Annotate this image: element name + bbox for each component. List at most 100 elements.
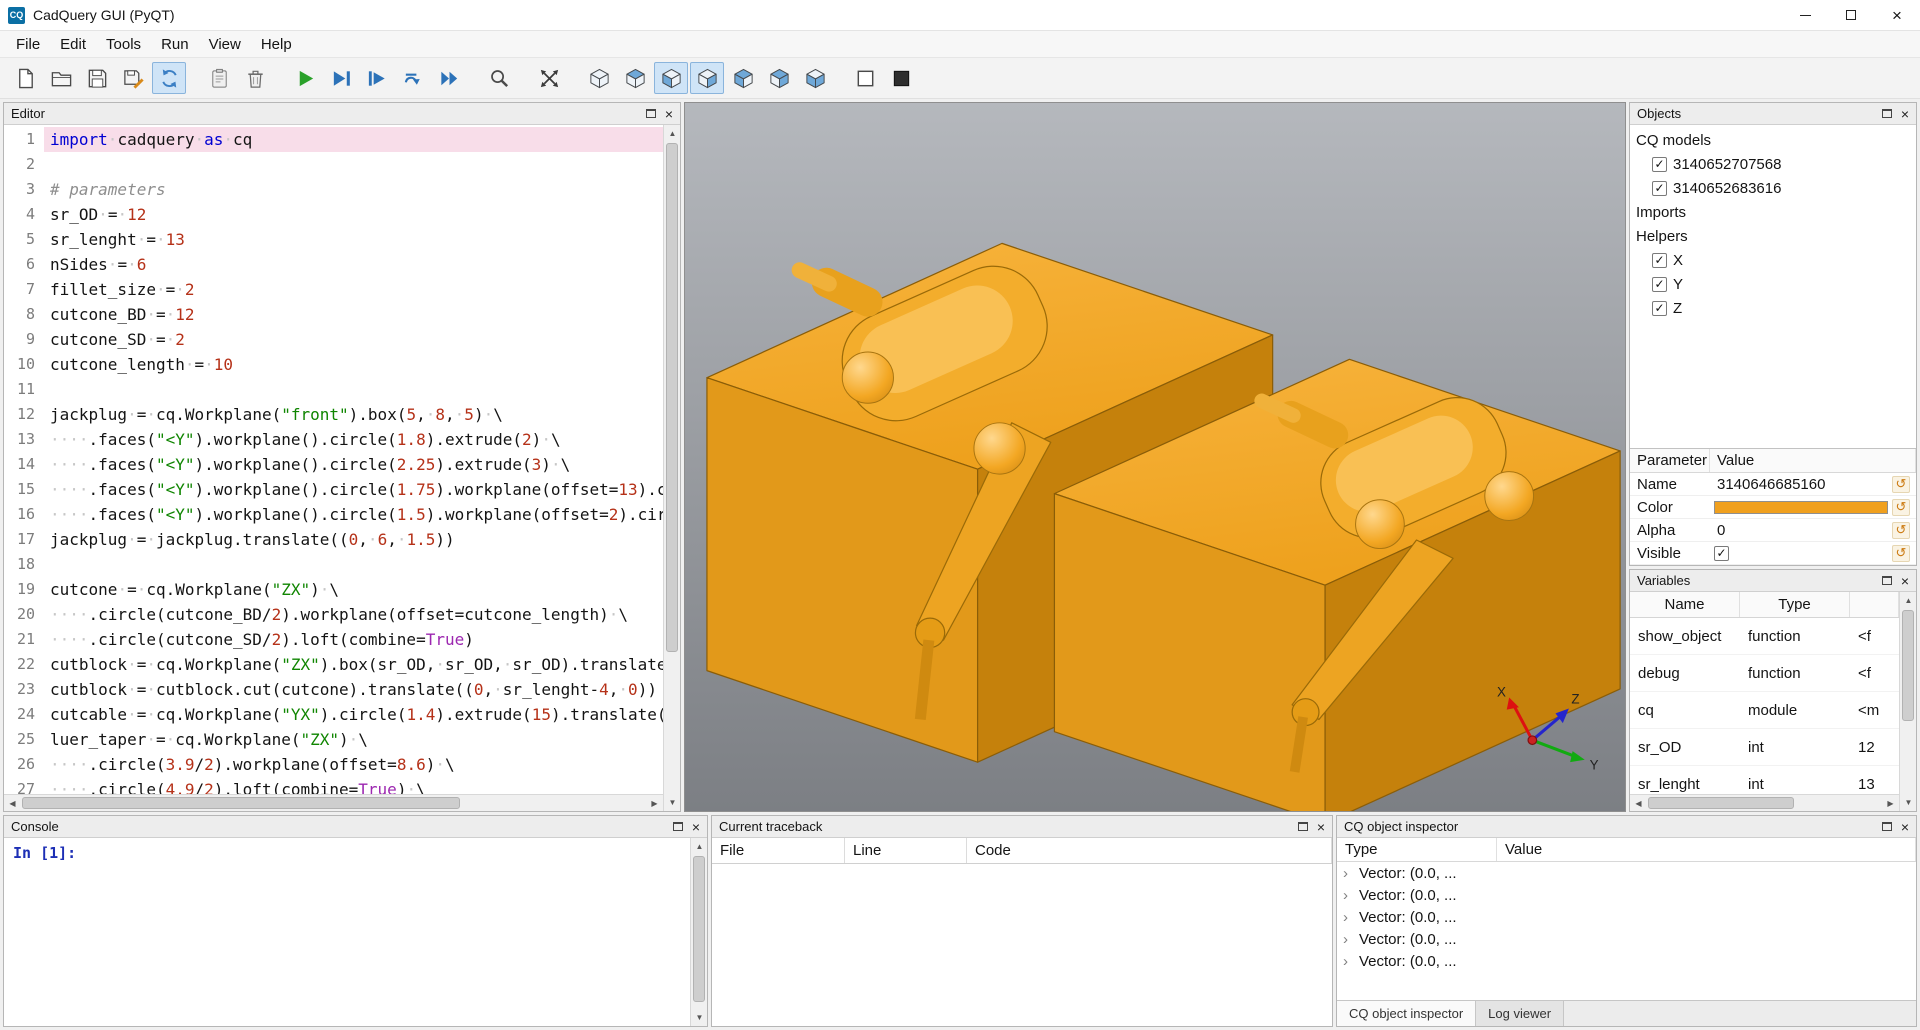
tree-item-imports[interactable]: Imports — [1636, 204, 1686, 221]
tree-item-helper-x[interactable]: X — [1673, 252, 1683, 269]
scrollbar-thumb[interactable] — [693, 856, 705, 1002]
scrollbar-thumb[interactable] — [1648, 797, 1794, 809]
open-file-button[interactable] — [44, 62, 78, 94]
revert-icon[interactable]: ↺ — [1892, 522, 1910, 539]
scroll-right-icon[interactable]: ▶ — [646, 795, 663, 812]
code-line-11[interactable] — [44, 377, 663, 402]
save-as-button[interactable] — [116, 62, 150, 94]
variable-row[interactable]: sr_ODint12 — [1630, 729, 1899, 766]
view-top-button[interactable] — [618, 62, 652, 94]
view-iso-button[interactable] — [582, 62, 616, 94]
inspector-row[interactable]: ›Vector: (0.0, ... — [1337, 950, 1916, 972]
float-panel-icon[interactable] — [1882, 109, 1892, 118]
expand-chevron-icon[interactable]: › — [1343, 887, 1353, 904]
variable-row[interactable]: sr_lenghtint13 — [1630, 766, 1899, 794]
close-panel-icon[interactable]: × — [692, 820, 700, 834]
tab-cq-object-inspector[interactable]: CQ object inspector — [1337, 1001, 1476, 1026]
debug-button[interactable] — [324, 62, 358, 94]
code-line-5[interactable]: sr_lenght·=·13 — [44, 227, 663, 252]
scroll-down-icon[interactable]: ▼ — [1900, 794, 1917, 811]
tree-item-helper-y[interactable]: Y — [1673, 276, 1683, 293]
code-line-25[interactable]: luer_taper·=·cq.Workplane("ZX")·\ — [44, 727, 663, 752]
scroll-right-icon[interactable]: ▶ — [1882, 795, 1899, 812]
code-line-15[interactable]: ····.faces("<Y").workplane().circle(1.75… — [44, 477, 663, 502]
variable-row[interactable]: debugfunction<f — [1630, 655, 1899, 692]
editor-vertical-scrollbar[interactable]: ▲ ▼ — [663, 125, 680, 811]
float-panel-icon[interactable] — [1882, 822, 1892, 831]
float-panel-icon[interactable] — [1298, 822, 1308, 831]
fit-all-button[interactable] — [532, 62, 566, 94]
tree-item-model[interactable]: 3140652683616 — [1673, 180, 1781, 197]
code-line-7[interactable]: fillet_size·=·2 — [44, 277, 663, 302]
close-panel-icon[interactable]: × — [1901, 820, 1909, 834]
minimize-button[interactable] — [1782, 0, 1828, 30]
code-line-20[interactable]: ····.circle(cutcone_BD/2).workplane(offs… — [44, 602, 663, 627]
code-line-4[interactable]: sr_OD·=·12 — [44, 202, 663, 227]
autoreload-button[interactable] — [152, 62, 186, 94]
revert-icon[interactable]: ↺ — [1892, 476, 1910, 493]
new-file-button[interactable] — [8, 62, 42, 94]
menu-file[interactable]: File — [6, 33, 50, 56]
shaded-button[interactable] — [884, 62, 918, 94]
step-button[interactable] — [360, 62, 394, 94]
code-line-21[interactable]: ····.circle(cutcone_SD/2).loft(combine=T… — [44, 627, 663, 652]
editor-horizontal-scrollbar[interactable]: ◀ ▶ — [4, 794, 663, 811]
variables-horizontal-scrollbar[interactable]: ◀ ▶ — [1630, 794, 1899, 811]
console-input-area[interactable]: In [1]: — [4, 838, 690, 1026]
menu-edit[interactable]: Edit — [50, 33, 96, 56]
traceback-header-code[interactable]: Code — [967, 838, 1332, 863]
view-left-button[interactable] — [762, 62, 796, 94]
code-line-6[interactable]: nSides·=·6 — [44, 252, 663, 277]
step-next-button[interactable] — [396, 62, 430, 94]
scrollbar-thumb[interactable] — [666, 143, 678, 652]
helper-z-checkbox[interactable]: ✓ — [1652, 301, 1667, 316]
code-line-8[interactable]: cutcone_BD·=·12 — [44, 302, 663, 327]
inspector-row[interactable]: ›Vector: (0.0, ... — [1337, 928, 1916, 950]
menu-run[interactable]: Run — [151, 33, 199, 56]
code-line-26[interactable]: ····.circle(3.9/2).workplane(offset=8.6)… — [44, 752, 663, 777]
close-panel-icon[interactable]: × — [1901, 574, 1909, 588]
code-line-23[interactable]: cutblock·=·cutblock.cut(cutcone).transla… — [44, 677, 663, 702]
tree-item-cq-models[interactable]: CQ models — [1636, 132, 1711, 149]
inspector-header-type[interactable]: Type — [1337, 838, 1497, 861]
close-panel-icon[interactable]: × — [1317, 820, 1325, 834]
variables-vertical-scrollbar[interactable]: ▲ ▼ — [1899, 592, 1916, 811]
expand-chevron-icon[interactable]: › — [1343, 953, 1353, 970]
code-line-12[interactable]: jackplug·=·cq.Workplane("front").box(5,·… — [44, 402, 663, 427]
variables-header-name[interactable]: Name — [1630, 592, 1740, 617]
scroll-up-icon[interactable]: ▲ — [664, 125, 681, 142]
property-value[interactable]: 3140646685160 — [1710, 476, 1892, 493]
code-line-3[interactable]: # parameters — [44, 177, 663, 202]
menu-help[interactable]: Help — [251, 33, 302, 56]
code-line-22[interactable]: cutblock·=·cq.Workplane("ZX").box(sr_OD,… — [44, 652, 663, 677]
inspector-row[interactable]: ›Vector: (0.0, ... — [1337, 862, 1916, 884]
variables-header-type[interactable]: Type — [1740, 592, 1850, 617]
continue-button[interactable] — [432, 62, 466, 94]
code-editor[interactable]: 1234567891011121314151617181920212223242… — [4, 125, 663, 794]
menu-view[interactable]: View — [199, 33, 251, 56]
close-window-button[interactable]: × — [1874, 0, 1920, 30]
inspector-header-value[interactable]: Value — [1497, 838, 1916, 861]
code-line-13[interactable]: ····.faces("<Y").workplane().circle(1.8)… — [44, 427, 663, 452]
close-panel-icon[interactable]: × — [1901, 107, 1909, 121]
float-panel-icon[interactable] — [1882, 576, 1892, 585]
expand-chevron-icon[interactable]: › — [1343, 931, 1353, 948]
inspector-row[interactable]: ›Vector: (0.0, ... — [1337, 906, 1916, 928]
float-panel-icon[interactable] — [646, 109, 656, 118]
scroll-up-icon[interactable]: ▲ — [691, 838, 708, 855]
traceback-header-line[interactable]: Line — [845, 838, 967, 863]
3d-viewport[interactable]: X Z Y — [684, 102, 1626, 812]
inspector-row[interactable]: ›Vector: (0.0, ... — [1337, 884, 1916, 906]
scroll-up-icon[interactable]: ▲ — [1900, 592, 1917, 609]
console-vertical-scrollbar[interactable]: ▲ ▼ — [690, 838, 707, 1026]
view-right-button[interactable] — [798, 62, 832, 94]
tree-item-model[interactable]: 3140652707568 — [1673, 156, 1781, 173]
zoom-to-fit-button[interactable] — [482, 62, 516, 94]
code-line-1[interactable]: import·cadquery·as·cq — [44, 127, 663, 152]
code-line-27[interactable]: ····.circle(4.9/2).loft(combine=True)·\ — [44, 777, 663, 794]
code-line-2[interactable] — [44, 152, 663, 177]
view-back-button[interactable] — [726, 62, 760, 94]
code-line-17[interactable]: jackplug·=·jackplug.translate((0,·6,·1.5… — [44, 527, 663, 552]
color-swatch[interactable] — [1714, 501, 1888, 514]
tree-item-helper-z[interactable]: Z — [1673, 300, 1682, 317]
